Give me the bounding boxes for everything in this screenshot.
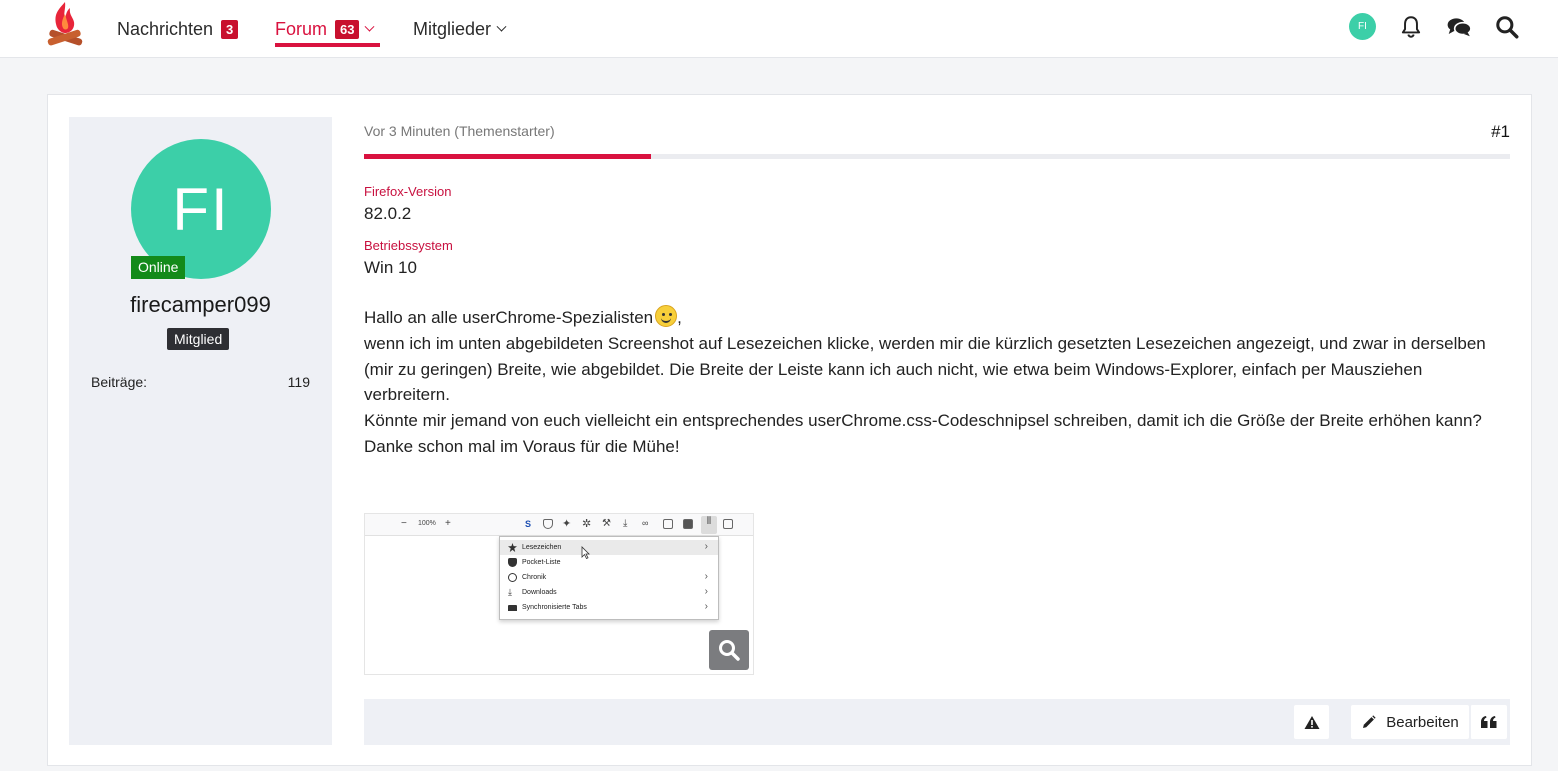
nav-members[interactable]: Mitglieder xyxy=(413,0,507,58)
posts-count-label-text: Beiträge xyxy=(91,374,144,390)
post-author-panel: FI Online firecamper099 Mitglied Beiträg… xyxy=(69,117,332,745)
nav-forum[interactable]: Forum 63 xyxy=(275,0,380,58)
wrench-icon: ⚒ xyxy=(602,518,611,529)
zoom-in-icon: + xyxy=(445,518,451,529)
os-value: Win 10 xyxy=(364,258,417,277)
post-paragraph-3: Danke schon mal im Voraus für die Mühe! xyxy=(364,436,680,456)
mask-icon: ∞ xyxy=(642,518,649,528)
menu-item-downloads: ⤓ Downloads › xyxy=(500,585,718,600)
menu-item-history: Chronik › xyxy=(500,570,718,585)
post-timestamp[interactable]: Vor 3 Minuten (Themenstarter) xyxy=(364,123,555,139)
library-icon: ⫴ xyxy=(701,516,717,534)
nav-forum-label: Forum xyxy=(275,18,328,39)
chevron-down-icon xyxy=(365,21,375,32)
zoom-level-text: 100% xyxy=(418,520,436,527)
post-message-body: Hallo an alle userChrome-Spezialisten, w… xyxy=(364,305,1494,460)
chevron-right-icon: › xyxy=(704,571,708,582)
laptop-icon xyxy=(508,604,517,611)
download-icon: ⤓ xyxy=(508,587,512,597)
messages-count-badge: 3 xyxy=(221,19,239,39)
edit-button-label: Bearbeiten xyxy=(1386,713,1459,731)
pocket-icon xyxy=(508,558,517,567)
menu-item-label: Downloads xyxy=(522,589,557,596)
attached-screenshot[interactable]: − 100% + S ✦ ✲ ⚒ ⤓ ∞ ⫴ Lesezeichen › Poc… xyxy=(364,513,754,675)
quote-button[interactable] xyxy=(1470,705,1507,739)
extension-s-icon: S xyxy=(525,519,532,529)
forum-count-badge: 63 xyxy=(335,19,360,39)
chat-bubbles-icon[interactable] xyxy=(1446,14,1472,40)
online-status-badge: Online xyxy=(131,256,186,279)
nav-messages[interactable]: Nachrichten 3 xyxy=(117,0,239,58)
greeting-tail: , xyxy=(677,308,682,327)
firefox-version-value: 82.0.2 xyxy=(364,204,412,223)
image-zoom-button[interactable] xyxy=(709,630,749,670)
magnifier-icon xyxy=(719,640,740,661)
warning-icon xyxy=(1304,715,1319,729)
post-paragraph-2: Könnte mir jemand von euch vielleicht ei… xyxy=(364,411,1482,431)
post-number-link[interactable]: #1 xyxy=(1491,122,1510,142)
post-progress-bar xyxy=(364,154,1510,159)
author-username[interactable]: firecamper099 xyxy=(69,292,332,318)
puzzle-icon: ✦ xyxy=(562,518,572,530)
star-icon xyxy=(508,543,517,552)
posts-count-value: 119 xyxy=(287,374,310,390)
pencil-icon xyxy=(1363,714,1376,728)
post-progress-fill xyxy=(364,154,651,159)
smiley-emoji-icon xyxy=(655,305,678,327)
chevron-right-icon: › xyxy=(704,601,708,612)
posts-count-label[interactable]: Beiträge: xyxy=(91,374,147,390)
menu-item-label: Pocket-Liste xyxy=(522,559,561,566)
firefox-version-label: Firefox-Version xyxy=(364,184,452,199)
sidebar-icon xyxy=(723,519,733,529)
nav-messages-label: Nachrichten xyxy=(117,18,214,39)
post-actions-bar: Bearbeiten xyxy=(364,699,1510,745)
edit-button[interactable]: Bearbeiten xyxy=(1351,705,1469,739)
os-label: Betriebssystem xyxy=(364,238,453,253)
download-icon: ⤓ xyxy=(623,518,628,529)
author-rank-badge: Mitglied xyxy=(167,328,230,350)
menu-item-synced-tabs: Synchronisierte Tabs › xyxy=(500,600,718,615)
library-menu: Lesezeichen › Pocket-Liste Chronik › ⤓ D… xyxy=(499,536,719,620)
menu-item-pocket: Pocket-Liste xyxy=(500,555,718,570)
active-nav-underline xyxy=(275,43,380,47)
post-paragraph-1: wenn ich im unten abgebildeten Screensho… xyxy=(364,333,1486,405)
chevron-right-icon: › xyxy=(704,586,708,597)
clock-icon xyxy=(508,573,517,582)
gear-icon: ✲ xyxy=(582,518,592,530)
menu-item-label: Chronik xyxy=(522,574,547,581)
screenshot-icon xyxy=(683,519,693,529)
menu-item-label: Lesezeichen xyxy=(522,544,562,551)
mouse-cursor-icon xyxy=(581,546,590,559)
menu-item-label: Synchronisierte Tabs xyxy=(522,604,587,611)
report-button[interactable] xyxy=(1294,705,1329,739)
chevron-right-icon: › xyxy=(704,541,708,552)
forum-post: FI Online firecamper099 Mitglied Beiträg… xyxy=(47,94,1532,766)
chevron-down-icon xyxy=(496,21,507,32)
greeting-text: Hallo an alle userChrome-Spezialisten xyxy=(364,308,654,327)
screenshot-toolbar: − 100% + S ✦ ✲ ⚒ ⤓ ∞ ⫴ xyxy=(365,514,753,536)
menu-item-bookmarks: Lesezeichen › xyxy=(500,540,718,555)
post-greeting: Hallo an alle userChrome-Spezialisten, xyxy=(364,305,1494,331)
nav-members-label: Mitglieder xyxy=(413,18,492,39)
quote-icon xyxy=(1481,715,1497,728)
zoom-out-icon: − xyxy=(401,518,407,529)
shield-icon xyxy=(543,519,553,529)
user-menu-avatar[interactable]: FI xyxy=(1349,13,1376,40)
window-icon xyxy=(663,519,673,529)
campfire-logo-icon[interactable] xyxy=(44,0,86,52)
search-icon[interactable] xyxy=(1494,14,1520,40)
bell-icon[interactable] xyxy=(1398,14,1424,40)
top-navigation-bar: Nachrichten 3 Forum 63 Mitglieder FI xyxy=(0,0,1558,58)
